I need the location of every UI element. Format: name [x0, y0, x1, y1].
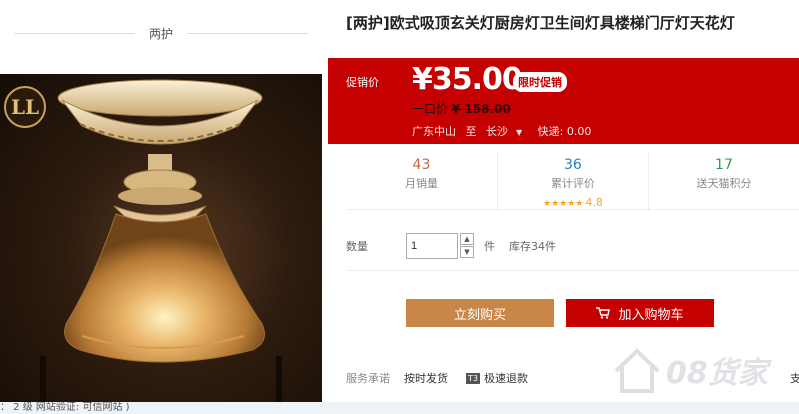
stat-label: 月销量 — [404, 177, 438, 190]
ship-to: 长沙 — [486, 125, 508, 138]
divider-left — [14, 32, 135, 34]
buy-now-button[interactable]: 立刻购买 — [406, 299, 554, 327]
original-price-value: ¥ 158.00 — [451, 102, 511, 116]
original-price-label: 一口价 — [412, 102, 449, 116]
ship-to-word: 至 — [465, 125, 477, 138]
star-rating-icon: ★★★★★ — [543, 199, 584, 209]
quantity-label: 数量 — [346, 240, 368, 253]
stock-count: 库存34件 — [509, 240, 556, 253]
section-divider — [346, 270, 799, 271]
service-item[interactable]: 按时发货 — [404, 370, 448, 386]
service-item[interactable]: 极速退款 — [484, 370, 528, 386]
ship-from: 广东中山 — [412, 125, 456, 138]
promo-badge: 限时促销 — [513, 72, 567, 92]
ship-to-select[interactable]: 长沙 ▼ — [486, 125, 528, 138]
chevron-down-icon: ▼ — [516, 128, 523, 137]
brand-logo: LL — [4, 86, 46, 128]
product-details: [两护]欧式吸顶玄关灯厨房灯卫生间灯具楼梯门厅灯天花灯 促销价 ¥35.00 限… — [328, 0, 799, 402]
stat-num: 36 — [564, 157, 582, 173]
shipping-fee: 快递: 0.00 — [537, 125, 592, 138]
service-label: 服务承诺 — [346, 372, 390, 385]
quantity-input[interactable] — [406, 233, 458, 259]
product-image[interactable] — [0, 74, 322, 402]
service-promises: 服务承诺 按时发货 T3 极速退款 — [346, 370, 546, 386]
stat-num: 17 — [715, 157, 733, 173]
price-label: 促销价 — [346, 76, 379, 89]
quantity-stepper: ▲ ▼ — [460, 233, 474, 259]
stat-monthly-sales: 43 月销量 — [346, 152, 497, 209]
quantity-row: 数量 ▲ ▼ 件 库存34件 — [346, 232, 556, 260]
t3-badge-icon: T3 — [466, 372, 480, 384]
divider-right — [187, 32, 309, 34]
add-to-cart-button[interactable]: 加入购物车 — [566, 299, 714, 327]
shop-tag-row: 两护 — [0, 18, 322, 48]
rating-score: 4.8 — [585, 196, 603, 209]
decrement-button[interactable]: ▼ — [460, 246, 474, 258]
quantity-unit: 件 — [484, 240, 495, 253]
add-to-cart-label: 加入购物车 — [618, 306, 684, 322]
stat-reviews[interactable]: 36 累计评价 ★★★★★ 4.8 — [496, 152, 648, 210]
rating: ★★★★★ 4.8 — [498, 191, 648, 210]
original-price: 一口价 ¥ 158.00 — [412, 100, 511, 117]
shop-tag: 两护 — [149, 26, 174, 41]
promo-price: ¥35.00 — [412, 62, 523, 97]
status-strip: ： 2 级 网站验证: 可信网站 ) — [0, 402, 799, 414]
stat-label: 累计评价 — [550, 177, 595, 190]
product-gallery: 两护 LL — [0, 0, 322, 414]
service-edge-text: 支 — [790, 372, 799, 385]
shipping-row: 广东中山 至 长沙 ▼ 快递: 0.00 — [412, 123, 597, 139]
stats-bar: 43 月销量 36 累计评价 ★★★★★ 4.8 17 送天猫积分 — [346, 152, 799, 210]
cart-icon — [596, 307, 611, 319]
stat-num: 43 — [412, 157, 431, 173]
stat-label: 送天猫积分 — [696, 177, 752, 190]
product-title: [两护]欧式吸顶玄关灯厨房灯卫生间灯具楼梯门厅灯天花灯 — [346, 14, 735, 32]
increment-button[interactable]: ▲ — [460, 233, 474, 245]
stat-points: 17 送天猫积分 — [647, 152, 799, 209]
price-box: 促销价 ¥35.00 限时促销 一口价 ¥ 158.00 广东中山 至 长沙 ▼ … — [328, 58, 799, 144]
